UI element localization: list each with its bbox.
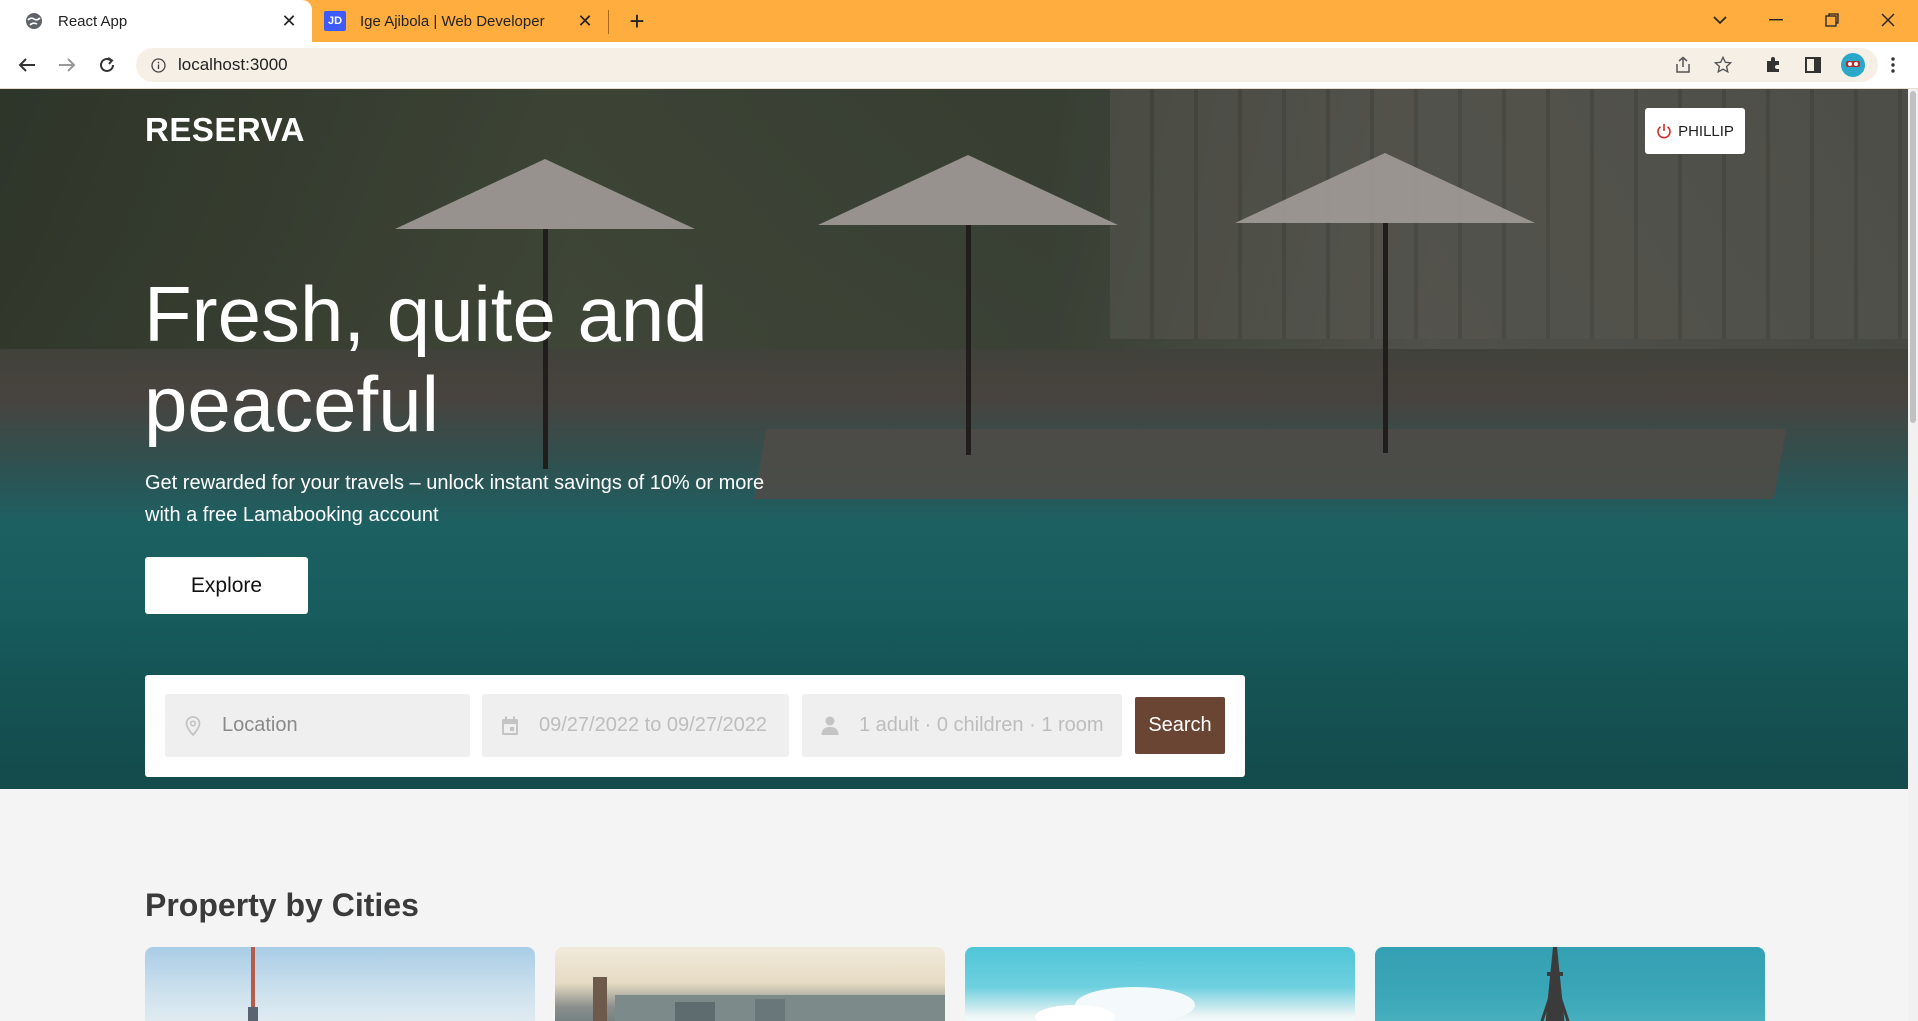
site-logo[interactable]: RESERVA (145, 111, 305, 149)
hero-subtitle: Get rewarded for your travels – unlock i… (145, 472, 765, 526)
forward-icon[interactable] (52, 50, 82, 80)
browser-tab-bar: React App ✕ JD Ige Ajibola | Web Develop… (0, 0, 1918, 42)
tab-title: Ige Ajibola | Web Developer (360, 12, 545, 30)
city-card-image[interactable] (965, 947, 1355, 1021)
city-card-image[interactable] (145, 947, 535, 1021)
tab-title: React App (58, 12, 128, 30)
tab-separator (608, 10, 609, 34)
page-scrollbar[interactable] (1908, 89, 1918, 1021)
date-range-input[interactable]: 09/27/2022 to 09/27/2022 (482, 694, 789, 757)
section-title-property-by-cities: Property by Cities (145, 887, 419, 923)
scrollbar-thumb[interactable] (1910, 91, 1916, 423)
close-window-button[interactable] (1865, 0, 1911, 40)
city-card-image[interactable] (555, 947, 945, 1021)
hero-title: Fresh, quite and peaceful (144, 270, 708, 448)
favicon-text: JD (327, 15, 343, 27)
tab-react-app[interactable]: React App ✕ (0, 0, 312, 42)
search-button[interactable]: Search (1135, 697, 1225, 754)
hero-section: RESERVA PHILLIP Fresh, quite and peacefu… (0, 89, 1908, 789)
date-range-value: 09/27/2022 to 09/27/2022 (539, 714, 767, 736)
globe-icon (24, 11, 44, 31)
location-placeholder: Location (222, 714, 298, 736)
site-info-icon[interactable] (150, 57, 166, 73)
occupancy-input[interactable]: 1 adult · 0 children · 1 room (802, 694, 1122, 757)
browser-toolbar: localhost:3000 (0, 42, 1918, 89)
browser-menu-icon[interactable] (1878, 50, 1908, 80)
power-icon (1656, 123, 1672, 139)
close-tab-icon[interactable]: ✕ (276, 8, 302, 34)
calendar-icon (499, 715, 521, 737)
occupancy-value: 1 adult · 0 children · 1 room (859, 714, 1104, 736)
page-viewport: RESERVA PHILLIP Fresh, quite and peacefu… (0, 89, 1908, 1021)
share-icon[interactable] (1668, 50, 1698, 80)
extensions-icon[interactable] (1758, 50, 1788, 80)
location-pin-icon (182, 715, 204, 737)
user-logout-button[interactable]: PHILLIP (1645, 108, 1745, 154)
side-panel-icon[interactable] (1798, 50, 1828, 80)
close-tab-icon[interactable]: ✕ (572, 8, 598, 34)
bookmark-star-icon[interactable] (1708, 50, 1738, 80)
reload-icon[interactable] (92, 50, 122, 80)
city-card-image[interactable] (1375, 947, 1765, 1021)
minimize-button[interactable] (1753, 0, 1799, 40)
user-name-label: PHILLIP (1678, 122, 1734, 140)
url-text: localhost:3000 (178, 55, 288, 74)
jd-favicon-icon: JD (324, 11, 346, 31)
profile-avatar[interactable] (1838, 50, 1868, 80)
address-bar[interactable]: localhost:3000 (136, 48, 1878, 82)
tab-search-icon[interactable] (1697, 0, 1743, 40)
back-icon[interactable] (12, 50, 42, 80)
tab-ige-ajibola[interactable]: JD Ige Ajibola | Web Developer ✕ (314, 0, 608, 42)
person-icon (819, 715, 841, 737)
search-bar: Location 09/27/2022 to 09/27/2022 1 adul… (145, 675, 1245, 777)
new-tab-button[interactable]: + (622, 6, 652, 36)
location-input[interactable]: Location (165, 694, 470, 757)
explore-button[interactable]: Explore (145, 557, 308, 614)
restore-button[interactable] (1809, 0, 1855, 40)
